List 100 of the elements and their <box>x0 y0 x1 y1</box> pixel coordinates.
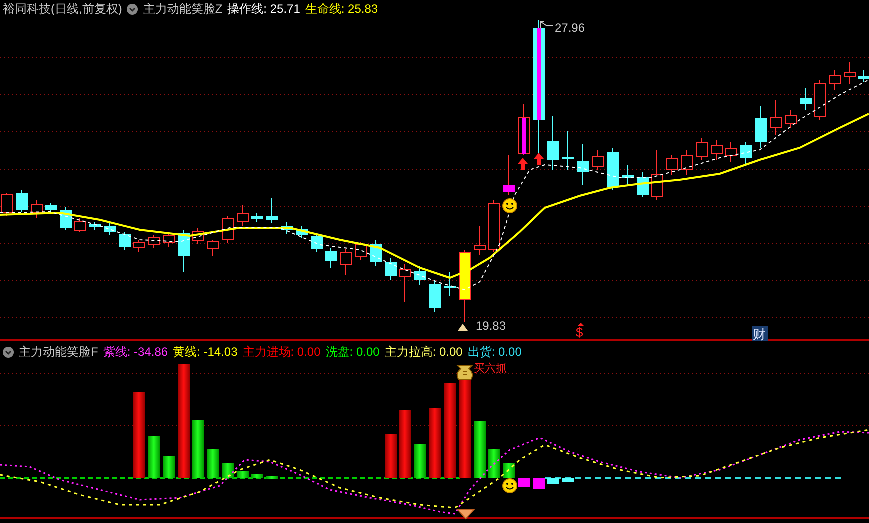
indicator-reading: 操作线: 25.71 <box>228 1 300 18</box>
candlestick <box>178 230 190 272</box>
histogram-bar <box>429 408 441 478</box>
candlestick <box>547 116 559 170</box>
candlestick <box>725 142 737 162</box>
histogram-bar <box>503 463 515 478</box>
low-price-label: 19.83 <box>476 319 506 333</box>
pointer-icon <box>540 22 554 28</box>
candlestick <box>296 226 308 238</box>
indicator-name: 主力动能笑脸F <box>19 344 98 361</box>
candlestick <box>711 140 723 160</box>
candlestick <box>607 148 619 190</box>
candlestick <box>770 100 782 136</box>
dollar-marker: $ <box>576 325 584 340</box>
indicator-reading: 黄线: -14.03 <box>173 344 238 361</box>
candlestick <box>637 172 649 198</box>
candlestick <box>207 240 219 256</box>
histogram-bar <box>414 444 426 478</box>
indicator-reading: 紫线: -34.86 <box>103 344 168 361</box>
indicator-reading: 主力拉高: 0.00 <box>384 344 463 361</box>
candlestick <box>858 70 869 82</box>
dropdown-icon[interactable] <box>127 4 138 14</box>
candlestick <box>696 138 708 160</box>
candlestick <box>251 212 263 222</box>
money-bag-icon <box>456 366 474 380</box>
candlestick <box>562 130 574 170</box>
candlestick <box>681 150 693 176</box>
histogram-bar <box>148 436 160 478</box>
histogram-bar <box>207 449 219 478</box>
finance-marker[interactable]: 财 <box>753 327 766 342</box>
candlestick <box>340 248 352 276</box>
candlestick <box>488 200 500 252</box>
histogram-bar <box>222 463 234 478</box>
candlestick <box>192 228 204 244</box>
histogram-bar <box>192 420 204 478</box>
histogram-bar <box>385 434 397 478</box>
histogram-bar <box>163 456 175 478</box>
candlestick <box>133 240 145 252</box>
candlestick <box>800 88 812 110</box>
histogram-bar <box>399 410 411 478</box>
candlestick <box>45 202 57 214</box>
candlestick <box>385 258 397 280</box>
indicator-reading: 生命线: 25.83 <box>305 1 378 18</box>
stock-title: 裕同科技(日线,前复权) <box>3 1 122 18</box>
candlestick <box>16 190 28 212</box>
indicator-reading: 洗盘: 0.00 <box>326 344 380 361</box>
high-price-label: 27.96 <box>555 21 586 35</box>
candlestick <box>444 272 456 296</box>
up-arrow-icon <box>578 323 584 326</box>
smiley-icon <box>502 478 518 494</box>
candlestick <box>577 144 589 186</box>
candlestick <box>370 240 382 266</box>
candlestick <box>829 70 841 90</box>
candlestick <box>474 226 486 256</box>
candlestick <box>592 150 604 170</box>
candlestick <box>622 164 634 186</box>
histogram-bar <box>266 476 278 479</box>
candlestick <box>755 106 767 148</box>
histogram-bar <box>488 449 500 478</box>
indicator-reading: 主力进场: 0.00 <box>242 344 321 361</box>
candlestick <box>237 204 249 226</box>
smiley-icon <box>502 198 518 214</box>
signal-label: 买六抓 <box>474 363 507 375</box>
histogram-bar <box>533 478 545 489</box>
candlestick <box>222 216 234 244</box>
candlestick <box>355 242 367 260</box>
histogram-bar <box>562 478 574 482</box>
candlestick <box>104 220 116 236</box>
candlestick <box>148 234 160 248</box>
indicator-name: 主力动能笑脸Z <box>143 1 223 18</box>
diamond-icon <box>456 510 476 520</box>
candlestick <box>399 264 411 302</box>
candlestick <box>518 104 530 156</box>
candlestick <box>814 80 826 120</box>
candlestick <box>844 62 856 84</box>
histogram-bar <box>251 474 263 478</box>
candlestick <box>31 200 43 218</box>
histogram-bar <box>547 478 559 484</box>
candlestick <box>266 198 278 224</box>
candlestick <box>740 142 752 166</box>
candlestick <box>666 154 678 176</box>
candlestick <box>119 232 131 250</box>
candlestick <box>163 232 175 248</box>
indicator-reading: 出货: 0.00 <box>468 344 522 361</box>
histogram-bar <box>237 471 249 478</box>
candlestick <box>651 150 663 200</box>
candlestick <box>89 222 101 230</box>
candlestick <box>785 110 797 128</box>
candlestick <box>429 280 441 312</box>
candlestick <box>74 218 86 232</box>
histogram-bar <box>518 478 530 487</box>
candlestick <box>281 222 293 234</box>
marker-icon <box>458 324 468 331</box>
candlestick <box>503 154 515 196</box>
up-arrow-icon <box>534 153 544 165</box>
histogram-bar <box>474 421 486 478</box>
candlestick <box>311 232 323 252</box>
up-arrow-icon <box>518 158 528 170</box>
dropdown-icon[interactable] <box>3 346 14 358</box>
candlestick <box>414 266 426 286</box>
